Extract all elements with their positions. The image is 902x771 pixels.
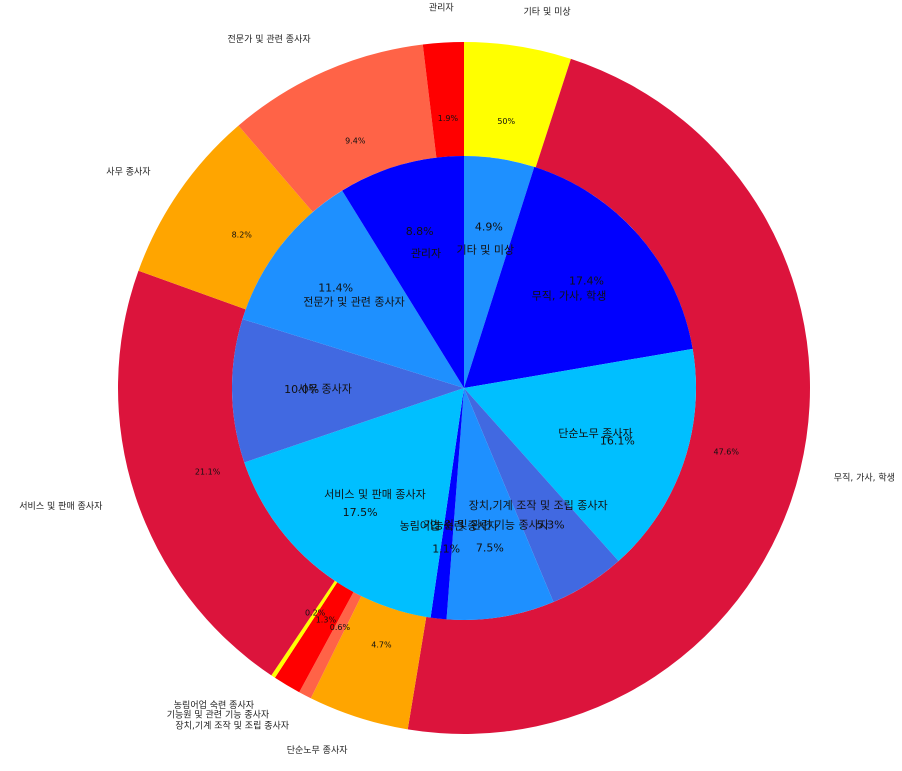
inner-pct-label: 17.5% xyxy=(343,506,378,519)
nested-donut-chart: 기타 및 미상무직, 가사, 학생단순노무 종사자 장치,기계 조작 및 조립 종… xyxy=(0,0,902,771)
outer-pct-label: 4.7% xyxy=(371,640,392,649)
outer-category-label: 단순노무 종사자 xyxy=(287,745,349,756)
outer-category-label: 사무 종사자 xyxy=(106,167,151,178)
outer-category-label: 서비스 및 판매 종사자 xyxy=(19,500,103,512)
inner-pct-label: 11.4% xyxy=(318,281,353,294)
outer-pct-label: 21.1% xyxy=(195,468,221,477)
outer-category-label: 관리자 xyxy=(429,3,455,14)
chart-svg: 기타 및 미상무직, 가사, 학생단순노무 종사자 장치,기계 조작 및 조립 종… xyxy=(19,3,895,756)
inner-pct-label: 1.1% xyxy=(432,542,460,555)
outer-category-label: 농림어업 숙련 종사자 xyxy=(174,699,255,711)
outer-category-label: 기타 및 미상 xyxy=(524,6,571,18)
outer-pct-label: 1.9% xyxy=(438,114,459,123)
inner-pct-label: 16.1% xyxy=(600,435,635,448)
inner-category-label: 장치,기계 조작 및 조립 종사자 xyxy=(469,499,608,512)
inner-pct-label: 7.5% xyxy=(476,541,504,554)
inner-pct-label: 10.0% xyxy=(284,383,319,396)
inner-pct-label: 17.4% xyxy=(569,274,604,287)
inner-category-label: 기타 및 미상 xyxy=(457,243,515,256)
outer-pct-label: 0.6% xyxy=(330,623,351,632)
outer-pct-label: 0.2% xyxy=(305,609,326,618)
inner-category-label: 관리자 xyxy=(411,247,441,260)
inner-category-label: 농림어업 숙련 종사자 xyxy=(400,519,498,532)
outer-category-label: 전문가 및 관련 종사자 xyxy=(228,33,312,45)
inner-pct-label: 5.3% xyxy=(537,518,565,531)
outer-pct-label: 47.6% xyxy=(714,447,740,456)
inner-pct-label: 4.9% xyxy=(475,221,503,234)
inner-category-label: 무직, 가사, 학생 xyxy=(532,290,607,303)
outer-category-label: 무직, 가사, 학생 xyxy=(834,473,895,484)
inner-pct-label: 8.8% xyxy=(406,225,434,238)
inner-category-label: 전문가 및 관련 종사자 xyxy=(303,296,405,309)
outer-pct-label: 50% xyxy=(497,117,515,126)
outer-category-label: 장치,기계 조작 및 조립 종사자 xyxy=(175,720,289,732)
inner-category-label: 서비스 및 판매 종사자 xyxy=(324,488,426,501)
outer-pct-label: 9.4% xyxy=(345,136,366,145)
outer-pct-label: 8.2% xyxy=(232,230,253,239)
